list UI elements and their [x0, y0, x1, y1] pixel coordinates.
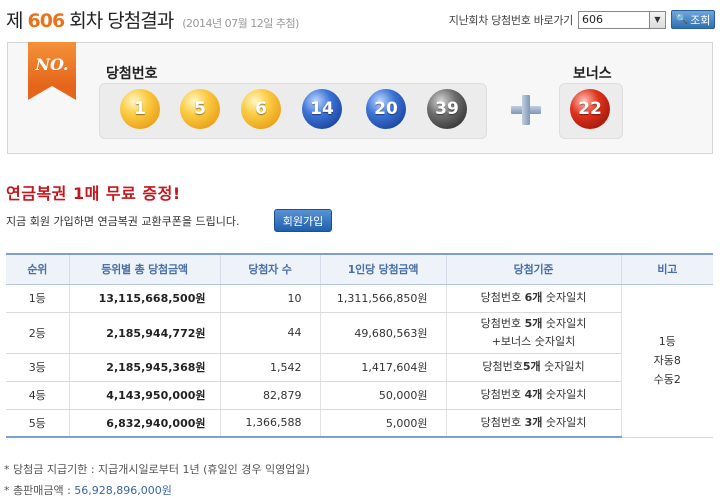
note-line: 자동8	[653, 354, 681, 367]
draw-jump-label: 지난회차 당첨번호 바로가기	[448, 13, 574, 27]
col-criteria: 당첨기준	[445, 253, 621, 285]
winners-cell: 1,366,588	[219, 409, 320, 438]
bonus-ball: 22	[570, 89, 610, 129]
winning-ball: 5	[180, 89, 220, 129]
search-icon: 🔍	[675, 14, 689, 25]
winners-cell: 1,542	[219, 353, 320, 382]
promo-title: 연금복권 1매 무료 증정!	[6, 184, 181, 203]
winning-numbers-panel: NO. 당첨번호 보너스 1 5 6 14 20 39 22	[7, 42, 713, 154]
no-ribbon: NO.	[28, 42, 76, 100]
table-row: 2등 2,185,944,772원 44 49,680,563원 당첨번호 5개…	[6, 312, 713, 354]
total-prize-cell: 13,115,668,500원	[68, 284, 220, 313]
winners-cell: 82,879	[219, 381, 320, 410]
join-button[interactable]: 회원가입	[274, 209, 332, 232]
rank-cell: 1등	[6, 284, 69, 313]
winning-ball: 6	[241, 89, 281, 129]
criteria-cell: 당첨번호 3개 숫자일치	[445, 409, 621, 438]
col-total-prize: 등위별 총 당첨금액	[68, 253, 220, 285]
per-winner-cell: 50,000원	[319, 381, 446, 410]
winners-cell: 10	[219, 284, 320, 313]
winning-ball: 1	[120, 89, 160, 129]
title-suffix: 회차 당첨결과	[69, 10, 174, 32]
rank-cell: 5등	[6, 409, 69, 438]
table-row: 3등 2,185,945,368원 1,542 1,417,604원 당첨번호5…	[6, 353, 713, 382]
search-button-label: 조회	[690, 13, 711, 27]
table-row: 4등 4,143,950,000원 82,879 50,000원 당첨번호 4개…	[6, 381, 713, 410]
col-winners: 당첨자 수	[219, 253, 320, 285]
criteria-cell: 당첨번호 4개 숫자일치	[445, 381, 621, 410]
col-rank: 순위	[6, 253, 69, 285]
note-cell: 1등 자동8 수동2	[620, 284, 713, 438]
rank-cell: 3등	[6, 353, 69, 382]
search-button[interactable]: 🔍 조회	[671, 10, 715, 29]
rank-cell: 2등	[6, 312, 69, 354]
page-title: 제 606 회차 당첨결과 (2014년 07월 12일 추첨)	[6, 6, 299, 33]
per-winner-cell: 5,000원	[319, 409, 446, 438]
ribbon-label: NO.	[35, 55, 69, 74]
winning-numbers-label: 당첨번호	[106, 66, 158, 82]
payout-deadline-note: * 당첨금 지급기한 : 지급개시일로부터 1년 (휴일인 경우 익영업일)	[4, 463, 310, 476]
criteria-cell: 당첨번호 5개 숫자일치 +보너스 숫자일치	[445, 312, 621, 354]
criteria-cell: 당첨번호5개 숫자일치	[445, 353, 621, 382]
prize-table: 순위 등위별 총 당첨금액 당첨자 수 1인당 당첨금액 당첨기준 비고 1등 …	[6, 253, 713, 438]
winners-cell: 44	[219, 312, 320, 354]
winning-ball: 39	[427, 89, 467, 129]
total-sales-value: 56,928,896,000원	[74, 484, 172, 497]
table-row: 5등 6,832,940,000원 1,366,588 5,000원 당첨번호 …	[6, 409, 713, 438]
draw-date: (2014년 07월 12일 추첨)	[182, 17, 299, 30]
winning-ball: 20	[366, 89, 406, 129]
promo-text: 지금 회원 가입하면 연금복권 교환쿠폰을 드립니다.	[6, 215, 240, 228]
col-per-winner: 1인당 당첨금액	[319, 253, 446, 285]
header: 제 606 회차 당첨결과 (2014년 07월 12일 추첨) 지난회차 당첨…	[0, 0, 720, 36]
per-winner-cell: 49,680,563원	[319, 312, 446, 354]
per-winner-cell: 1,417,604원	[319, 353, 446, 382]
total-sales-note: * 총판매금액 : 56,928,896,000원	[4, 482, 172, 498]
note-line: 1등	[658, 335, 676, 348]
col-note: 비고	[620, 253, 713, 285]
per-winner-cell: 1,311,566,850원	[319, 284, 446, 313]
total-prize-cell: 2,185,944,772원	[68, 312, 220, 354]
plus-icon	[511, 95, 541, 125]
total-sales-label: * 총판매금액 :	[4, 484, 75, 497]
draw-select-value: 606	[582, 12, 603, 26]
criteria-cell: 당첨번호 6개 숫자일치	[445, 284, 621, 313]
draw-jump: 지난회차 당첨번호 바로가기 606 ▼ 🔍 조회	[449, 10, 715, 29]
winning-ball: 14	[302, 89, 342, 129]
rank-cell: 4등	[6, 381, 69, 410]
table-header-row: 순위 등위별 총 당첨금액 당첨자 수 1인당 당첨금액 당첨기준 비고	[6, 253, 713, 285]
total-prize-cell: 2,185,945,368원	[68, 353, 220, 382]
chevron-down-icon: ▼	[649, 11, 665, 28]
total-prize-cell: 4,143,950,000원	[68, 381, 220, 410]
total-prize-cell: 6,832,940,000원	[68, 409, 220, 438]
draw-number: 606	[27, 10, 66, 32]
draw-select[interactable]: 606 ▼	[578, 10, 666, 29]
table-row: 1등 13,115,668,500원 10 1,311,566,850원 당첨번…	[6, 284, 713, 438]
note-line: 수동2	[653, 373, 681, 386]
title-prefix: 제	[6, 10, 24, 32]
bonus-label: 보너스	[573, 66, 612, 82]
